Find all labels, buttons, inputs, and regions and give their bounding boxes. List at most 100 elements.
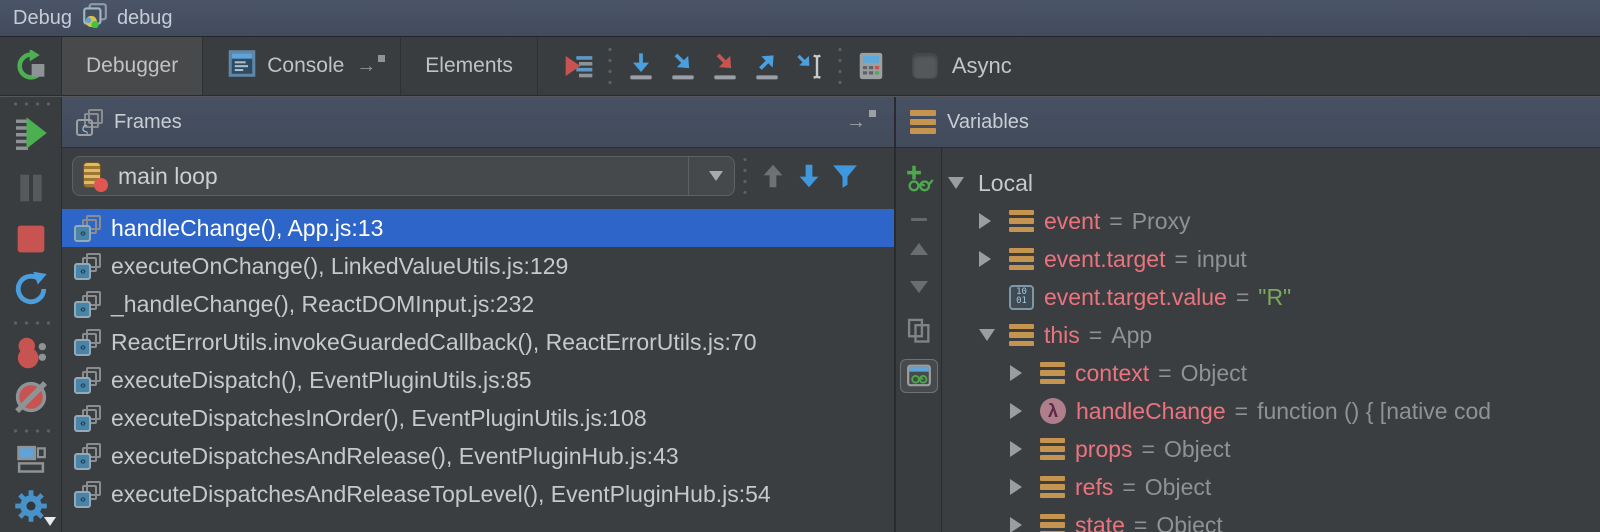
equals-sign: = — [1133, 511, 1148, 532]
rerun-button[interactable] — [0, 37, 62, 95]
stack-frame-row[interactable]: ‹› _handleChange(), ReactDOMInput.js:232 — [62, 285, 894, 323]
async-label: Async — [951, 53, 1012, 78]
previous-frame-button[interactable] — [755, 158, 791, 194]
async-checkbox[interactable] — [911, 53, 938, 79]
expand-arrow-icon[interactable] — [1010, 403, 1040, 419]
expand-arrow-icon[interactable] — [979, 251, 1009, 267]
expand-arrow-icon[interactable] — [1010, 365, 1040, 381]
variable-value: Proxy — [1131, 207, 1191, 234]
stop-button[interactable] — [15, 223, 47, 255]
variable-value: function () { [native cod — [1257, 397, 1492, 424]
evaluate-expression-button[interactable] — [850, 37, 892, 95]
window-title: Debug — [13, 6, 72, 29]
view-breakpoints-button[interactable] — [14, 336, 48, 370]
filter-funnel-icon — [833, 165, 857, 188]
variable-name: event.target.value — [1044, 283, 1227, 310]
expand-arrow-icon[interactable] — [1010, 441, 1040, 457]
toolbar-separator — [9, 102, 52, 106]
stack-frame-row[interactable]: ‹› executeOnChange(), LinkedValueUtils.j… — [62, 247, 894, 285]
run-to-cursor-icon — [797, 54, 821, 79]
expand-arrow-icon[interactable] — [1010, 517, 1040, 532]
step-out-icon — [756, 55, 778, 80]
move-watch-up-button[interactable] — [909, 243, 928, 255]
expand-arrow-icon[interactable] — [948, 177, 978, 189]
tab-elements[interactable]: Elements — [401, 37, 538, 95]
js-frame-icon: ‹› — [74, 328, 101, 356]
settings-button[interactable] — [13, 488, 56, 526]
object-icon — [1009, 247, 1034, 271]
step-into-button[interactable] — [662, 37, 704, 95]
variable-row[interactable]: Local — [942, 164, 1600, 202]
hide-panel-icon[interactable]: → — [846, 109, 876, 134]
tab-console[interactable]: Console → — [203, 37, 402, 95]
restore-layout-button[interactable] — [15, 444, 47, 474]
dropdown-arrow-icon — [698, 171, 734, 181]
frames-list: ‹› handleChange(), App.js:13 ‹› executeO… — [62, 204, 894, 532]
stack-frame-label: executeDispatch(), EventPluginUtils.js:8… — [111, 366, 532, 393]
copy-button[interactable] — [905, 317, 933, 345]
variables-tree: Local event = Proxy event.target = input… — [942, 148, 1600, 532]
object-icon — [1040, 437, 1065, 461]
variable-value: App — [1111, 321, 1153, 348]
show-execution-point-button[interactable] — [558, 37, 600, 95]
run-to-cursor-button[interactable] — [788, 37, 830, 95]
debug-tool-window: Debug debug Debugger Console → Elements … — [0, 0, 1600, 532]
debugger-content: ς Frames → main loop ‹› handleChange(), … — [0, 96, 1600, 532]
variable-row[interactable]: props = Object — [942, 430, 1600, 468]
reload-page-button[interactable] — [13, 271, 49, 307]
variable-row[interactable]: event.target = input — [942, 240, 1600, 278]
stack-frame-row[interactable]: ‹› executeDispatchesAndRelease(), EventP… — [62, 437, 894, 475]
stack-frame-row[interactable]: ‹› handleChange(), App.js:13 — [62, 209, 894, 247]
variable-row[interactable]: event = Proxy — [942, 202, 1600, 240]
primitive-value-icon: 10 01 — [1009, 284, 1034, 310]
expand-arrow-icon[interactable] — [979, 329, 1009, 341]
remove-watch-button[interactable] — [910, 218, 927, 221]
stack-frame-row[interactable]: ‹› executeDispatchesInOrder(), EventPlug… — [62, 399, 894, 437]
show-watches-button[interactable] — [899, 359, 938, 393]
variable-row[interactable]: state = Object — [942, 506, 1600, 532]
mute-breakpoints-button[interactable] — [14, 380, 48, 414]
settings-dropdown-arrow-icon — [43, 517, 56, 526]
variable-value: Object — [1163, 435, 1231, 462]
stack-frame-label: executeDispatchesAndRelease(), EventPlug… — [111, 442, 679, 469]
debugger-side-toolbar — [0, 97, 62, 532]
expand-arrow-icon[interactable] — [979, 213, 1009, 229]
breakpoints-icon — [17, 337, 46, 369]
run-config-name: debug — [116, 6, 173, 29]
force-step-into-button[interactable] — [704, 37, 746, 95]
step-into-icon — [672, 53, 694, 80]
js-frame-icon: ‹› — [74, 290, 101, 318]
stack-frame-row[interactable]: ‹› executeDispatch(), EventPluginUtils.j… — [62, 361, 894, 399]
arrow-down-icon — [799, 164, 819, 188]
thread-selector-dropdown[interactable]: main loop — [72, 156, 735, 196]
pause-button[interactable] — [15, 171, 47, 205]
hide-frames-filter-button[interactable] — [827, 158, 863, 194]
variable-row[interactable]: λ handleChange = function () { [native c… — [942, 392, 1600, 430]
frames-icon: ς — [76, 108, 103, 136]
expand-arrow-icon[interactable] — [1010, 479, 1040, 495]
move-watch-down-button[interactable] — [909, 281, 928, 293]
stack-frame-row[interactable]: ‹› executeDispatchesAndReleaseTopLevel()… — [62, 475, 894, 513]
resume-button[interactable] — [13, 115, 49, 151]
variable-row[interactable]: refs = Object — [942, 468, 1600, 506]
step-out-button[interactable] — [746, 37, 788, 95]
stack-frame-row[interactable]: ‹› ReactErrorUtils.invokeGuardedCallback… — [62, 323, 894, 361]
equals-sign: = — [1235, 283, 1250, 310]
minus-icon — [910, 218, 927, 221]
console-popup-arrow-icon: → — [356, 54, 386, 77]
variables-header: Variables — [896, 97, 1600, 148]
stack-frame-label: handleChange(), App.js:13 — [111, 214, 384, 241]
next-frame-button[interactable] — [791, 158, 827, 194]
equals-sign: = — [1234, 397, 1249, 424]
variable-name: Local — [978, 169, 1033, 196]
toolbar-separator — [743, 154, 747, 198]
variable-row[interactable]: context = Object — [942, 354, 1600, 392]
add-watch-button[interactable] — [904, 164, 934, 194]
variable-row[interactable]: 10 01 event.target.value = "R" — [942, 278, 1600, 316]
equals-sign: = — [1122, 473, 1136, 500]
step-over-button[interactable] — [620, 37, 662, 95]
tab-debugger[interactable]: Debugger — [62, 37, 204, 95]
variable-row[interactable]: this = App — [942, 316, 1600, 354]
arrow-up-icon — [763, 164, 783, 188]
variables-panel: Variables Local event = Proxy event.targ… — [896, 97, 1600, 532]
